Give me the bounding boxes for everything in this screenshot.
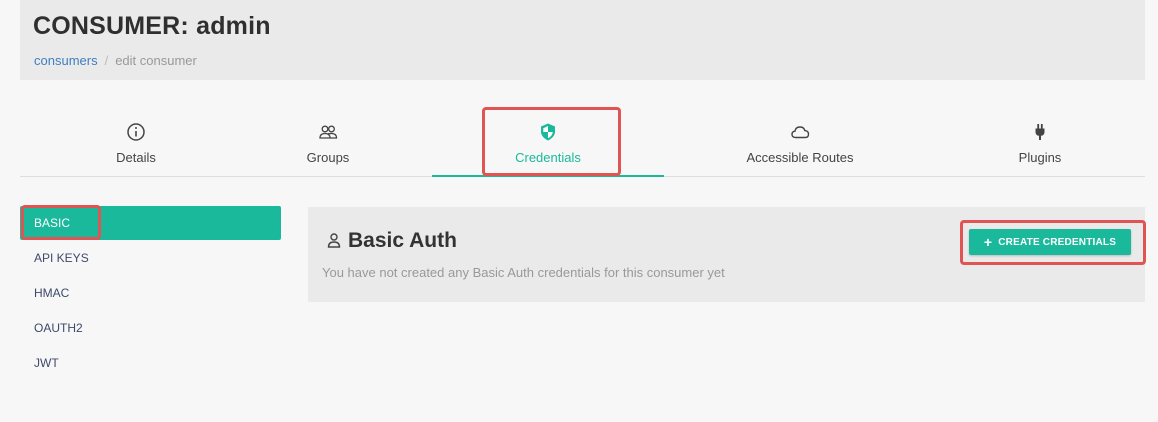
create-credentials-label: CREATE CREDENTIALS	[998, 236, 1117, 248]
shield-icon	[541, 123, 555, 141]
credential-type-menu: BASIC API KEYS HMAC OAUTH2 JWT	[20, 206, 281, 381]
tab-label: Accessible Routes	[746, 150, 854, 165]
empty-state-message: You have not created any Basic Auth cred…	[322, 265, 725, 280]
plus-icon: +	[983, 234, 993, 250]
users-icon	[319, 125, 338, 139]
tab-label: Groups	[306, 150, 350, 165]
sidebar-item-basic[interactable]: BASIC	[20, 206, 281, 240]
sidebar-item-hmac[interactable]: HMAC	[20, 276, 281, 310]
tab-accessible-routes[interactable]: Accessible Routes	[684, 110, 916, 176]
tab-label: Plugins	[1018, 150, 1062, 165]
user-icon	[327, 233, 341, 248]
tab-credentials[interactable]: Credentials	[432, 110, 664, 177]
sidebar-item-jwt[interactable]: JWT	[20, 346, 281, 380]
breadcrumb: consumers / edit consumer	[34, 53, 197, 68]
tab-plugins[interactable]: Plugins	[924, 110, 1156, 176]
breadcrumb-consumers-link[interactable]: consumers	[34, 53, 98, 68]
cloud-icon	[791, 126, 810, 139]
sidebar-item-api-keys[interactable]: API KEYS	[20, 241, 281, 275]
panel-title: Basic Auth	[348, 229, 457, 252]
panel-heading: Basic Auth	[326, 229, 457, 253]
tab-bar: Details Groups Credentials Accessible Ro…	[20, 110, 1145, 177]
breadcrumb-current: edit consumer	[115, 53, 197, 68]
tab-label: Credentials	[515, 150, 581, 165]
breadcrumb-separator: /	[104, 53, 109, 68]
info-icon	[127, 123, 145, 141]
create-credentials-button[interactable]: + CREATE CREDENTIALS	[969, 229, 1131, 255]
basic-auth-panel: Basic Auth You have not created any Basi…	[308, 207, 1145, 302]
tab-groups[interactable]: Groups	[212, 110, 444, 176]
sidebar-item-oauth2[interactable]: OAUTH2	[20, 311, 281, 345]
page-title: CONSUMER: admin	[33, 12, 271, 40]
page-header: CONSUMER: admin consumers / edit consumer	[20, 0, 1145, 80]
plug-icon	[1035, 124, 1045, 140]
